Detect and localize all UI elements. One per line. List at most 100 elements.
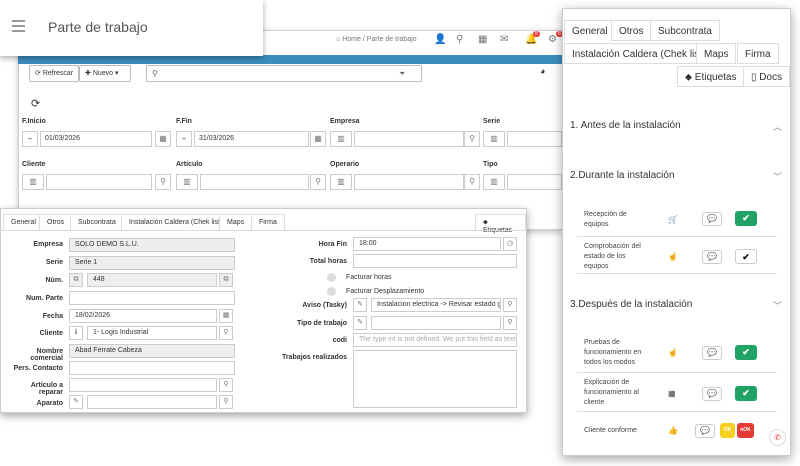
comment-button[interactable]: 💬	[695, 424, 715, 438]
search-icon[interactable]: ⚲	[310, 174, 326, 190]
tab-instalacion-caldera[interactable]: Instalación Caldera (Chek list)	[564, 43, 714, 64]
tab-maps[interactable]: Maps	[696, 43, 737, 64]
tipo-input[interactable]	[507, 174, 562, 190]
copy-icon[interactable]: ⧉	[219, 273, 233, 287]
search-icon[interactable]: ⚲	[155, 174, 171, 190]
reload-icon[interactable]: ⟳	[31, 97, 40, 110]
location-icon[interactable]: ⚲	[456, 34, 463, 45]
chart-icon: ⌁	[22, 131, 38, 147]
num-field[interactable]: 448	[87, 273, 217, 287]
ok-button[interactable]: OK	[720, 423, 735, 438]
pers-contacto-label: Pers. Contacto	[13, 365, 63, 372]
empresa-field[interactable]: SOLO DEMO S.L.U.	[69, 238, 235, 252]
search-icon[interactable]: ⚲	[503, 316, 517, 330]
search-icon: ⚲	[152, 69, 158, 78]
tab-general[interactable]: General	[3, 214, 44, 231]
empresa-input[interactable]	[354, 131, 464, 147]
articulo-input[interactable]	[200, 174, 309, 190]
phone-icon[interactable]: ✆	[769, 429, 786, 446]
nok-button[interactable]: nOK	[737, 423, 754, 438]
tab-docs[interactable]: ▯ Docs	[743, 66, 791, 87]
tab-subcontrata[interactable]: Subcontrata	[650, 20, 720, 41]
tab-subcontrata[interactable]: Subcontrata	[70, 214, 124, 231]
search-icon[interactable]: ⚲	[464, 174, 480, 190]
stats-icon: ▥	[330, 174, 352, 190]
comment-button[interactable]: 💬	[702, 212, 722, 226]
operario-input[interactable]	[354, 174, 464, 190]
calendar-icon[interactable]: ▦	[478, 34, 487, 45]
search-icon[interactable]: ⚲	[219, 326, 233, 340]
section-title[interactable]: 2.Durante la instalación	[570, 170, 675, 181]
tab-general[interactable]: General	[564, 20, 616, 41]
edit-icon[interactable]: ✎	[353, 298, 367, 312]
cliente-input[interactable]	[46, 174, 152, 190]
checklist-item-label: Recepción de equipos	[584, 211, 627, 228]
chart-icon[interactable]: ◕	[540, 66, 545, 76]
filter-icon[interactable]: ⏷	[399, 69, 405, 79]
cliente-field[interactable]: 1- Logis Industrial	[87, 326, 217, 340]
refresh-button[interactable]: ⟳ Refrescar	[29, 65, 80, 82]
new-button[interactable]: ✚ Nuevo ▾	[79, 65, 131, 82]
check-button[interactable]: ✔	[735, 249, 757, 264]
tipo-trabajo-field[interactable]	[371, 316, 501, 330]
total-horas-field[interactable]	[353, 254, 517, 268]
calendar-icon[interactable]: ▦	[219, 309, 233, 323]
f-fin-input[interactable]: 31/03/2026	[194, 131, 309, 147]
search-icon[interactable]: ⚲	[503, 298, 517, 312]
stats-icon: ▥	[330, 131, 352, 147]
tab-otros[interactable]: Otros	[39, 214, 73, 231]
check-button[interactable]: ✔	[735, 345, 757, 360]
section-title[interactable]: 3.Después de la instalación	[570, 299, 692, 310]
clock-icon[interactable]: ◷	[503, 237, 517, 251]
calendar-icon[interactable]: ▦	[155, 131, 171, 147]
search-icon[interactable]: ⚲	[219, 395, 233, 409]
comment-button[interactable]: 💬	[702, 387, 722, 401]
filter-label: Operario	[330, 161, 360, 168]
check-button[interactable]: ✔	[735, 211, 757, 226]
search-icon[interactable]: ⚲	[219, 378, 233, 392]
tab-firma[interactable]: Firma	[737, 43, 779, 64]
nombre-comercial-field[interactable]: Abad Ferrate Cabeza	[69, 344, 235, 358]
facturar-desplazamiento-toggle[interactable]	[327, 287, 336, 296]
filter-label: Empresa	[330, 118, 360, 125]
tab-firma[interactable]: Firma	[251, 214, 285, 231]
chevron-down-icon[interactable]: ﹀	[773, 299, 782, 312]
chevron-up-icon[interactable]: ︿	[773, 120, 782, 133]
section-title[interactable]: 1. Antes de la instalación	[570, 120, 681, 131]
aparato-field[interactable]	[87, 395, 217, 409]
codi-field[interactable]: The type int is not defined. We put this…	[353, 333, 517, 347]
f-inicio-input[interactable]: 01/03/2026	[40, 131, 152, 147]
search-input[interactable]: ⚲ ⏷	[146, 65, 422, 82]
chevron-down-icon[interactable]: ﹀	[773, 170, 782, 183]
aviso-field[interactable]: Instalacion electrica -> Revisar estado …	[371, 298, 501, 312]
info-icon[interactable]: ℹ	[69, 326, 83, 340]
tab-maps[interactable]: Maps	[219, 214, 253, 231]
num-parte-field[interactable]	[69, 291, 235, 305]
title-card: Parte de trabajo	[0, 0, 263, 56]
search-icon[interactable]: ⚲	[464, 131, 480, 147]
tab-etiquetas[interactable]: ⬥ Etiquetas	[677, 66, 745, 87]
hora-fin-field[interactable]: 18:00	[353, 237, 501, 251]
tab-instalacion-caldera[interactable]: Instalación Caldera (Chek list)	[121, 214, 231, 231]
check-button[interactable]: ✔	[735, 386, 757, 401]
serie-field[interactable]: Serie 1	[69, 256, 235, 270]
home-icon: ⌂	[336, 36, 341, 43]
fecha-field[interactable]: 18/02/2026	[69, 309, 217, 323]
calendar-icon[interactable]: ▦	[310, 131, 326, 147]
comment-button[interactable]: 💬	[702, 346, 722, 360]
tab-otros[interactable]: Otros	[611, 20, 652, 41]
user-icon[interactable]: 👤	[434, 34, 446, 45]
copy-icon[interactable]: ⧉	[69, 273, 83, 287]
trabajos-field[interactable]	[353, 350, 517, 408]
tags-button[interactable]: ⬥ Etiquetas	[475, 214, 526, 234]
breadcrumb-home[interactable]: Home	[342, 36, 361, 43]
mail-icon[interactable]: ✉	[500, 34, 508, 45]
edit-icon[interactable]: ✎	[69, 395, 83, 409]
edit-icon[interactable]: ✎	[353, 316, 367, 330]
menu-icon[interactable]	[12, 20, 25, 35]
serie-input[interactable]	[507, 131, 562, 147]
pers-contacto-field[interactable]	[69, 361, 235, 375]
articulo-reparar-field[interactable]	[69, 378, 217, 392]
comment-button[interactable]: 💬	[702, 250, 722, 264]
facturar-horas-toggle[interactable]	[327, 273, 336, 282]
